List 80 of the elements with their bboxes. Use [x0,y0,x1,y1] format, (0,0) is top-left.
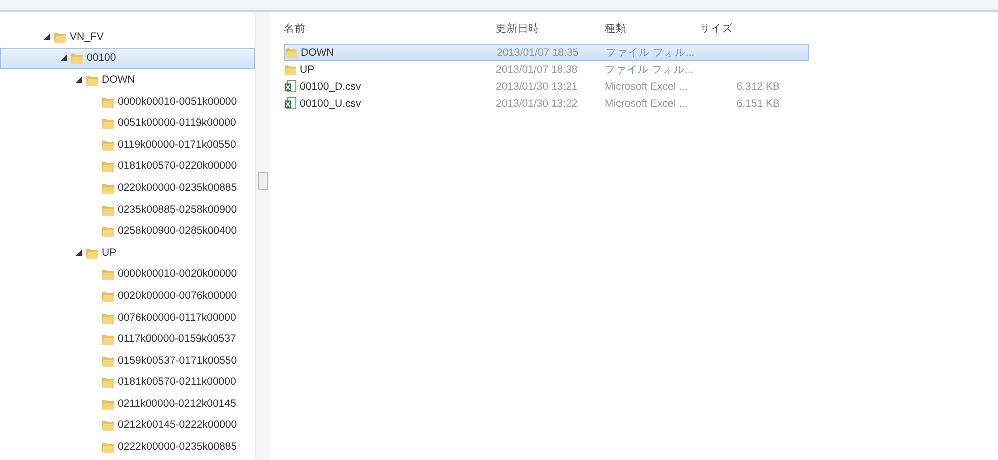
tree-item[interactable]: 0117k00000-0159k00537 [0,328,255,350]
file-row[interactable]: DOWN 2013/01/07 18:35 ファイル フォル... [284,44,809,61]
file-name: DOWN [301,46,334,58]
folder-name: 0000k00010-0020k00000 [118,268,238,280]
folder-name: 00100 [87,52,116,64]
file-type: Microsoft Excel ... [605,80,689,92]
folder-name: 0181k00570-0220k00000 [118,160,238,172]
tree-item[interactable]: 0051k00000-0119k00000 [0,112,255,134]
folder-icon [101,332,115,346]
folder-icon [101,375,115,390]
tree-item[interactable]: 0222k00000-0235k00885 [0,436,255,458]
expand-arrow-icon[interactable] [76,250,82,256]
folder-name: 0020k00000-0076k00000 [118,290,238,302]
file-name: 00100_U.csv [300,98,362,110]
folder-icon [285,46,298,59]
folder-name: VN_FV [70,30,104,43]
folder-name: 0220k00000-0235k00885 [118,182,238,194]
folder-name: 0258k00900-0285k00400 [118,225,238,238]
file-size: 6,312 KB [736,80,780,92]
folder-name: 0181k00570-0211k00000 [118,376,236,388]
tree-item[interactable]: UP [0,242,255,264]
folder-icon [101,159,115,174]
tree-item[interactable]: 0181k00570-0220k00000 [0,156,255,178]
modified-date: 2013/01/07 18:35 [497,46,580,58]
scrollbar-thumb[interactable] [258,172,268,190]
folder-name: DOWN [102,74,136,86]
column-header[interactable]: 名前 [284,22,496,36]
column-header[interactable]: 更新日時 [496,22,605,36]
folder-icon [284,63,297,76]
folder-icon [101,267,115,282]
tree-item[interactable]: 0211k00000-0212k00145 [0,393,255,415]
folder-name: 0235k00885-0258k00900 [118,204,238,216]
folder-name: 0051k00000-0119k00000 [118,117,236,130]
file-row[interactable]: UP 2013/01/07 18:38 ファイル フォル... [284,61,809,78]
file-type: Microsoft Excel ... [605,98,689,110]
modified-date: 2013/01/30 13:22 [496,98,579,110]
modified-date: 2013/01/30 13:21 [496,80,579,92]
modified-date: 2013/01/07 18:38 [496,64,579,76]
tree-item[interactable]: 00100 [0,48,255,70]
column-header[interactable]: サイズ [700,22,780,36]
file-name: 00100_D.csv [300,80,362,92]
expand-arrow-icon[interactable] [61,55,67,62]
spreadsheet-icon [284,97,297,110]
folder-icon [101,224,115,238]
tree-item[interactable]: DOWN [0,69,255,91]
folder-name: 0000k00010-0051k00000 [118,96,238,108]
file-name: UP [300,64,315,76]
folder-name: 0117k00000-0159k00537 [118,333,236,346]
tree-item[interactable]: 0000k00010-0020k00000 [0,264,255,286]
tree-item[interactable]: 0000k00010-0051k00000 [0,90,255,112]
tree-item[interactable]: 0258k00900-0285k00400 [0,220,255,242]
folder-name: 0211k00000-0212k00145 [118,398,236,410]
tree-item[interactable]: 0181k00570-0211k00000 [0,372,255,394]
expand-arrow-icon[interactable] [44,34,50,40]
tree-item[interactable]: 0020k00000-0076k00000 [0,285,255,307]
tree-item[interactable]: 0159k00537-0171k00550 [0,350,255,372]
file-row[interactable]: 00100_U.csv 2013/01/30 13:22 Microsoft Excel ... 6,151 KB [284,95,809,112]
file-size: 6,151 KB [736,98,780,110]
folder-name: 0222k00000-0235k00885 [118,441,238,454]
folder-icon [70,51,84,66]
folder-icon [101,116,115,130]
folder-name: 0119k00000-0171k00550 [118,138,236,151]
folder-name: 0159k00537-0171k00550 [118,354,238,367]
spreadsheet-icon [284,80,297,93]
tree-item[interactable]: 0220k00000-0235k00885 [0,177,255,199]
tree-item[interactable]: 0212k00145-0222k00000 [0,414,255,436]
file-type: ファイル フォル... [606,46,696,60]
folder-icon [101,418,115,432]
folder-name: 0212k00145-0222k00000 [118,419,238,432]
tree-item[interactable]: VN_FV [0,26,255,48]
folder-name: 0076k00000-0117k00000 [118,312,236,324]
tree-item[interactable]: 0235k00885-0258k00900 [0,198,255,220]
tree-item[interactable]: 0076k00000-0117k00000 [0,306,255,328]
folder-name: UP [102,246,117,259]
expand-arrow-icon[interactable] [76,76,82,83]
folder-icon [101,440,115,454]
file-row[interactable]: 00100_D.csv 2013/01/30 13:21 Microsoft Excel ... 6,312 KB [284,78,809,95]
tree-item[interactable]: 0119k00000-0171k00550 [0,134,255,156]
file-type: ファイル フォル... [605,62,695,76]
column-header[interactable]: 種類 [605,22,700,36]
